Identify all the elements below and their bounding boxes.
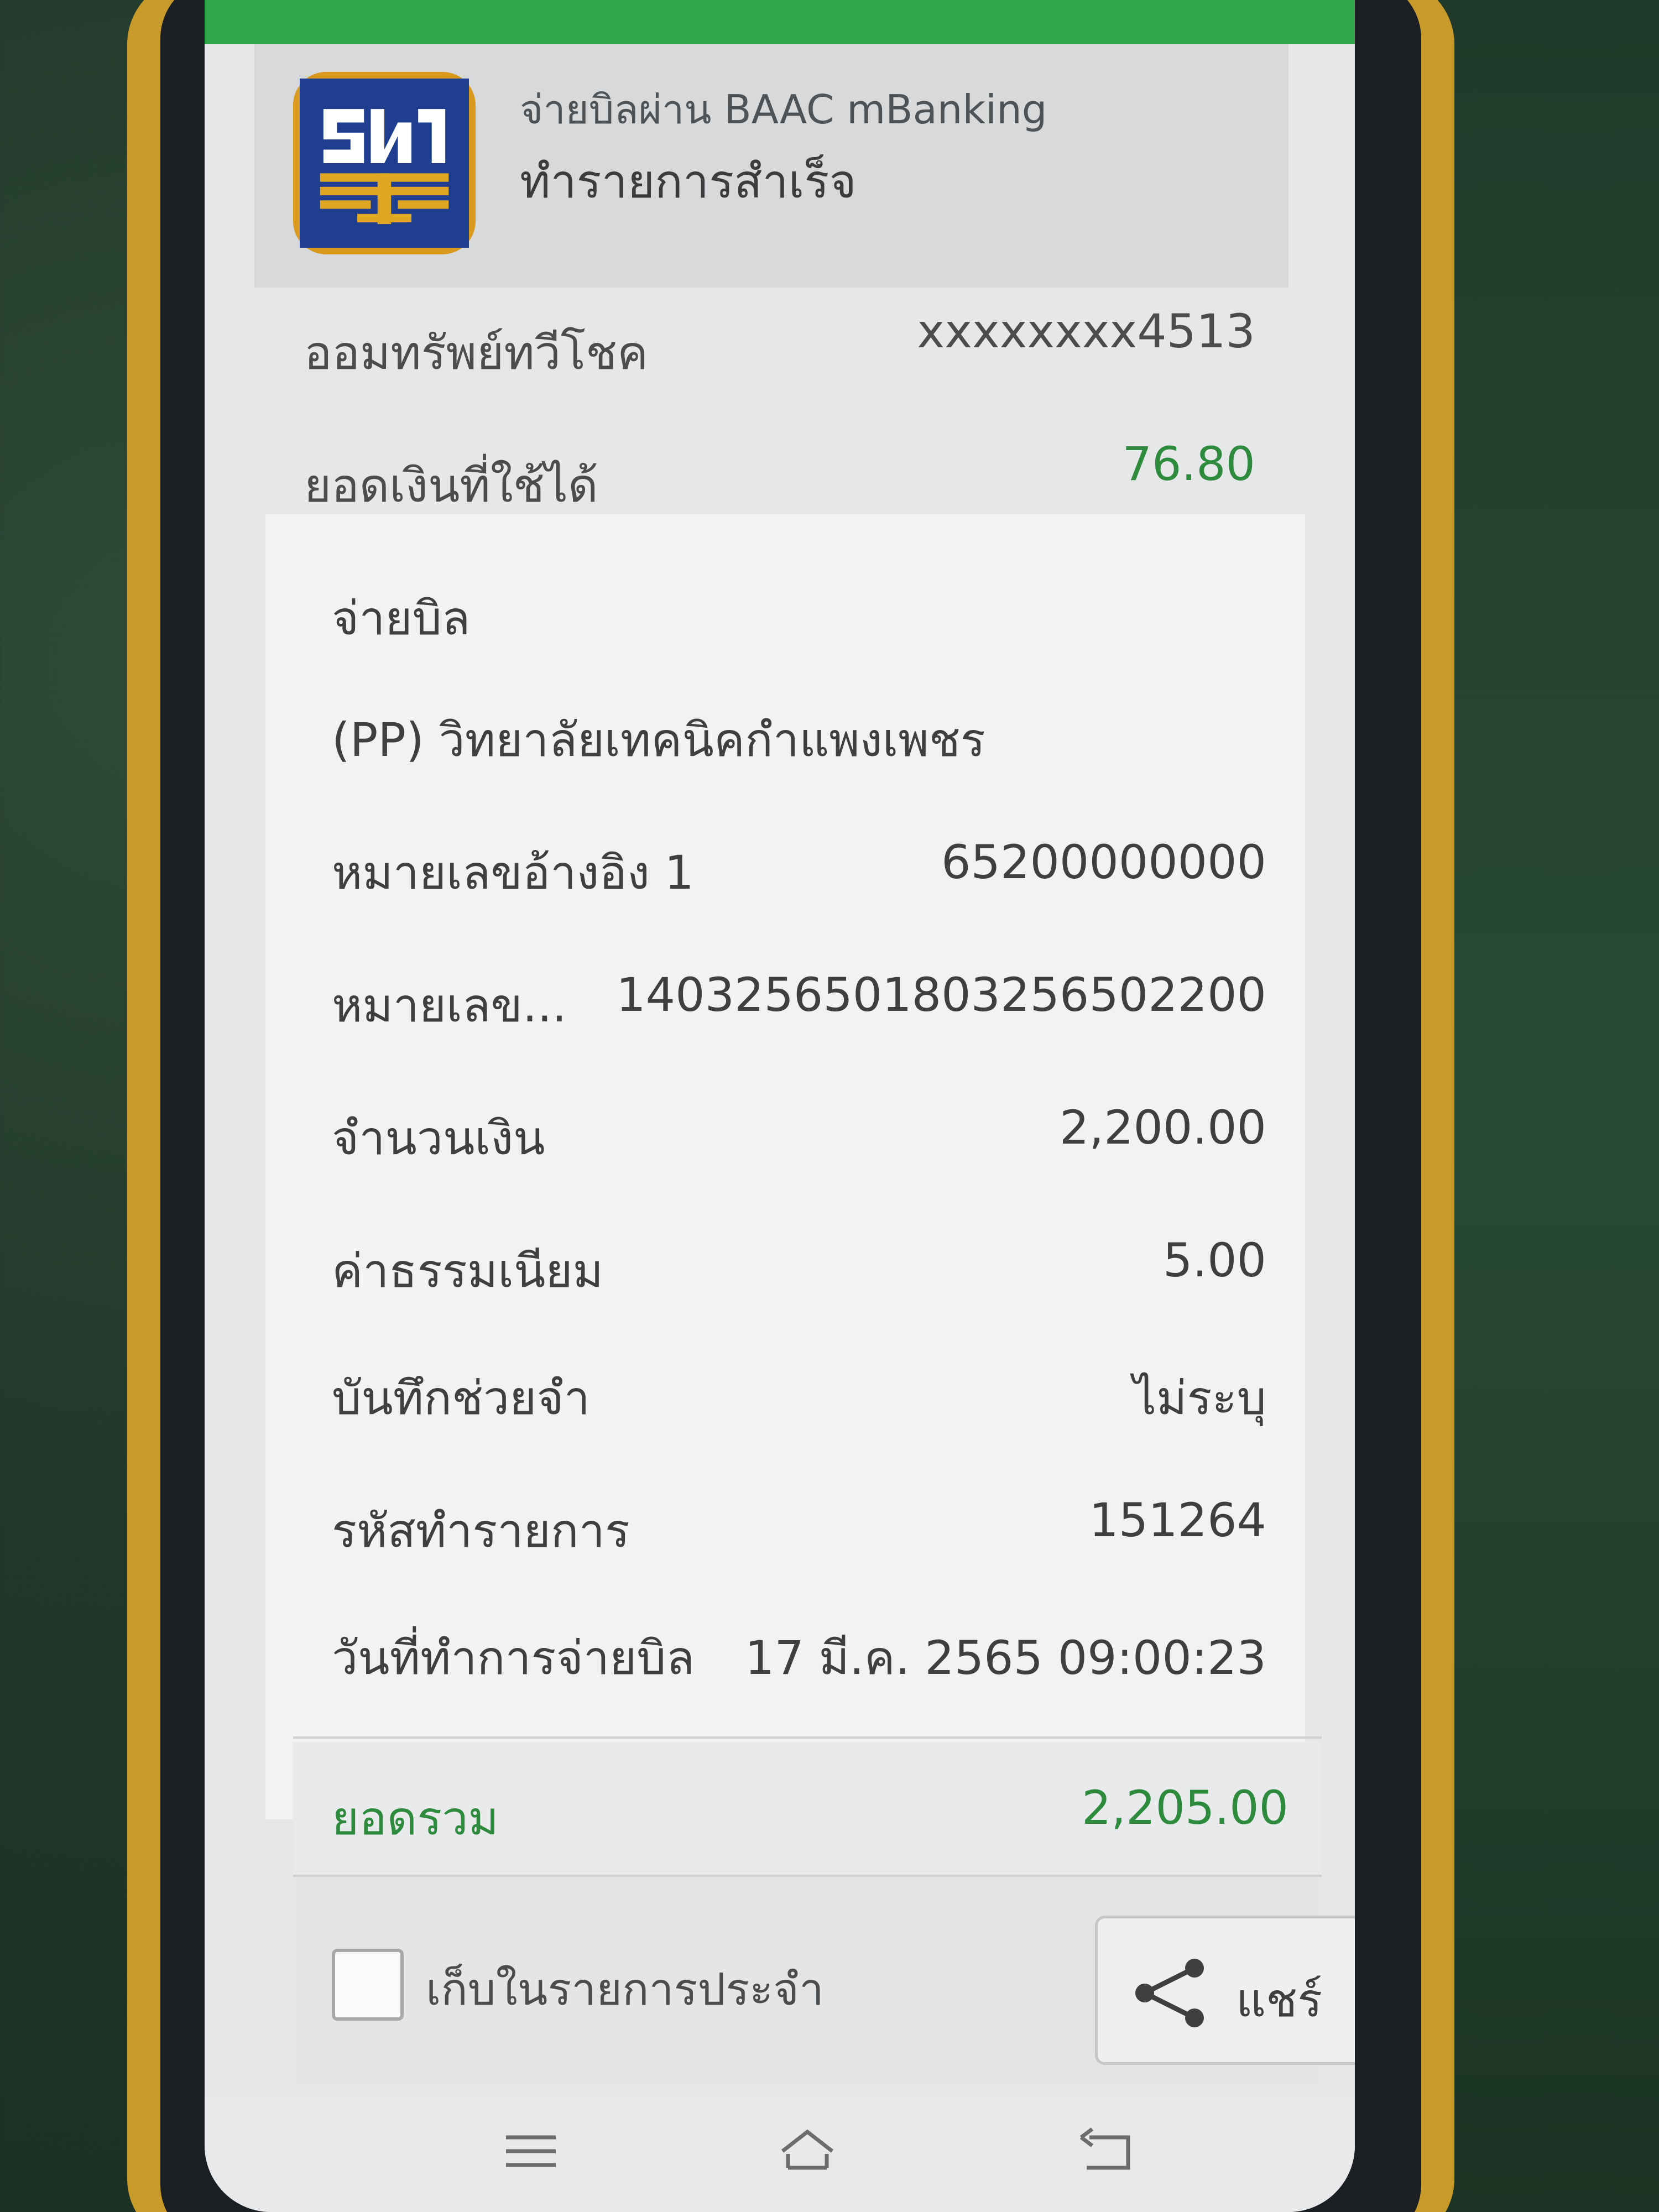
detail-row-transaction-id: รหัสทำรายการ 151264 [332,1482,1266,1565]
detail-row-ref2: หมายเลข... 140325650180325650220​0 [332,957,1266,1040]
detail-label: หมายเลขอ้างอิง 1 [332,846,694,900]
balance-value: 76.80 [1122,437,1255,491]
account-number: xxxxxxxx4513 [917,304,1255,358]
navigation-bar [205,2096,1355,2212]
section-title: จ่ายบิล [332,591,471,645]
detail-value: 140325650180325650220​0 [616,968,1266,1022]
balance-row: ยอดเงินที่ใช้ได้ 76.80 [304,431,1255,514]
share-button[interactable]: แชร์ [1095,1916,1355,2065]
baac-logo-icon [293,72,476,254]
balance-label: ยอดเงินที่ใช้ได้ [304,458,598,513]
detail-label: รหัสทำรายการ [332,1504,630,1558]
detail-value: 17 มี.ค. 2565 09:00:23 [745,1631,1266,1685]
biller-name: (PP) วิทยาลัยเทคนิคกำแพงเพชร [332,713,985,767]
back-icon[interactable] [1073,2124,1139,2179]
detail-row-memo: บันทึกช่วยจำ ไม่ระบุ [332,1349,1266,1432]
account-row: ออมทรัพย์ทวีโชค xxxxxxxx4513 [304,299,1255,382]
action-bar: เก็บในรายการประจำ แชร์ [293,1877,1355,2087]
total-label: ยอดรวม [332,1791,499,1845]
detail-value: 151264 [1089,1493,1266,1547]
menu-icon[interactable] [498,2124,564,2179]
home-icon[interactable] [774,2124,841,2179]
account-type-label: ออมทรัพย์ทวีโชค [304,326,649,380]
share-label: แชร์ [1236,1973,1323,2027]
divider [293,1736,1322,1739]
detail-value: 2,200.00 [1059,1100,1266,1155]
detail-label: บันทึกช่วยจำ [332,1371,590,1425]
detail-row-amount: จำนวนเงิน 2,200.00 [332,1089,1266,1172]
detail-label: จำนวนเงิน [332,1111,545,1165]
share-icon [1135,1959,1204,2027]
detail-value: 5.00 [1162,1233,1266,1287]
detail-row-date: วันที่ทำการจ่ายบิล 17 มี.ค. 2565 09:00:2… [332,1609,1266,1692]
total-value: 2,205.00 [1081,1781,1288,1835]
favorite-checkbox[interactable] [332,1949,404,2021]
bill-details-card: จ่ายบิล (PP) วิทยาลัยเทคนิคกำแพงเพชร หมา… [265,514,1305,1819]
status-bar [205,0,1355,44]
detail-label: วันที่ทำการจ่ายบิล [332,1631,695,1685]
phone-screen: จ่ายบิลผ่าน BAAC mBanking ทำรายการสำเร็จ… [205,0,1355,2212]
detail-row-ref1: หมายเลขอ้างอิง 1 65200000000 [332,824,1266,907]
favorite-label[interactable]: เก็บในรายการประจำ [426,1954,824,2025]
detail-row-fee: ค่าธรรมเนียม 5.00 [332,1222,1266,1305]
detail-value: 65200000000 [941,835,1266,889]
detail-value: ไม่ระบุ [1133,1371,1266,1425]
header-title: ทำรายการสำเร็จ [520,154,857,208]
detail-label: หมายเลข... [332,978,567,1032]
header-subtitle: จ่ายบิลผ่าน BAAC mBanking [520,86,1047,133]
total-row: ยอดรวม 2,205.00 [293,1742,1322,1875]
detail-label: ค่าธรรมเนียม [332,1244,603,1298]
